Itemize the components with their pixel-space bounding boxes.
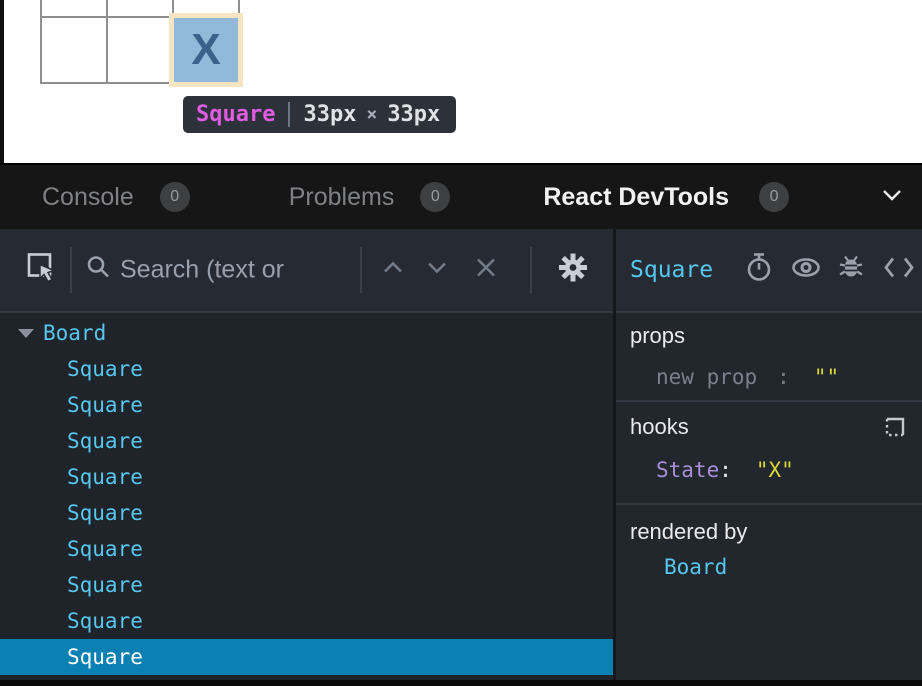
rendered-by-link-board[interactable]: Board [664,555,727,579]
devtools-tabbar: Console 0 Problems 0 React DevTools 0 [0,163,922,229]
inspect-element-button[interactable] [26,252,58,289]
inspect-tooltip: Square 33px × 33px [183,96,456,133]
tooltip-times: × [366,104,377,125]
tree-toolbar: Search (text or [0,229,613,313]
page-left-edge [0,0,4,163]
component-name: Square [67,609,143,633]
details-header: Square [616,229,922,313]
search-input[interactable]: Search (text or [120,256,284,285]
tooltip-component-name: Square [196,102,275,127]
clear-search-button[interactable] [474,256,498,285]
search-prev-button[interactable] [380,259,406,282]
tooltip-height: 33px [387,102,440,127]
tab-problems-label: Problems [289,183,395,212]
inspect-highlight: X [169,13,243,87]
tab-console[interactable]: Console 0 [42,182,190,212]
tree-row-square[interactable]: Square [0,423,613,459]
toolbar-divider [530,247,532,293]
board-cell[interactable] [107,17,173,83]
tree-row-square[interactable]: Square [0,459,613,495]
component-name: Square [67,573,143,597]
board-cell-inspected[interactable]: X [173,17,239,83]
tab-problems[interactable]: Problems 0 [289,182,451,212]
rendered-by-header: rendered by [630,519,747,545]
tree-row-square[interactable]: Square [0,495,613,531]
hooks-section: hooks State: "X" [616,402,922,505]
rendered-by-section: rendered by Board [616,505,922,680]
profiler-stopwatch-icon[interactable] [744,252,774,289]
board-cell[interactable] [41,17,107,83]
devtools-bottom-edge [0,680,922,686]
react-devtools-panel: Search (text or [0,229,922,680]
cell-x-value: X [191,28,220,72]
component-name: Square [67,393,143,417]
component-details-pane: Square [616,229,922,680]
props-section: props new prop: "" [616,313,922,402]
chevron-expanded-icon[interactable] [18,329,34,338]
tab-react-devtools-label: React DevTools [543,183,729,212]
devtools-window: X Square 33px × 33px Console 0 Problems … [0,0,922,686]
board-cell[interactable] [41,0,107,17]
debug-bug-icon[interactable] [836,253,866,288]
components-tree-pane: Search (text or [0,229,613,680]
tictactoe-board: X [40,0,240,84]
component-name: Square [67,645,143,669]
component-name: Square [67,357,143,381]
page-preview: X Square 33px × 33px [0,0,922,163]
tab-problems-badge: 0 [420,182,450,212]
tree-row-square[interactable]: Square [0,387,613,423]
hook-name: State [656,458,719,482]
new-prop-value[interactable]: "" [814,365,839,389]
new-prop-row: new prop: "" [656,365,839,389]
component-name: Square [67,537,143,561]
tree-row-square-selected[interactable]: Square [0,639,613,675]
board-cell[interactable] [107,0,173,17]
view-source-code-icon[interactable] [882,255,916,286]
tooltip-width: 33px [303,102,356,127]
new-prop-input[interactable]: new prop [656,365,757,389]
tree-row-square[interactable]: Square [0,531,613,567]
toolbar-divider [360,247,362,293]
state-value[interactable]: "X" [756,458,794,482]
colon: : [777,365,790,389]
tree-row-square[interactable]: Square [0,603,613,639]
tab-react-devtools[interactable]: React DevTools 0 [543,182,789,212]
tab-console-label: Console [42,183,134,212]
inspect-dom-eye-icon[interactable] [790,255,822,286]
settings-gear-icon[interactable] [556,251,590,290]
component-name: Square [67,465,143,489]
component-tree: Board Square Square Square Square Square… [0,313,613,680]
component-name: Board [43,321,106,345]
props-header: props [630,323,685,349]
toolbar-divider [70,247,72,293]
tree-row-square[interactable]: Square [0,567,613,603]
tree-row-board[interactable]: Board [0,315,613,351]
parse-hook-names-icon[interactable] [882,414,908,445]
tab-console-badge: 0 [160,182,190,212]
state-hook-row: State: "X" [656,458,794,482]
colon: : [719,458,732,482]
chevron-down-icon[interactable] [880,187,904,208]
search-next-button[interactable] [424,259,450,282]
hooks-header: hooks [630,414,689,440]
component-name: Square [67,501,143,525]
selected-component-title: Square [630,257,713,283]
search-icon [86,255,112,286]
tree-row-square[interactable]: Square [0,351,613,387]
tooltip-divider [288,102,290,127]
tab-react-devtools-badge: 0 [759,182,789,212]
component-name: Square [67,429,143,453]
